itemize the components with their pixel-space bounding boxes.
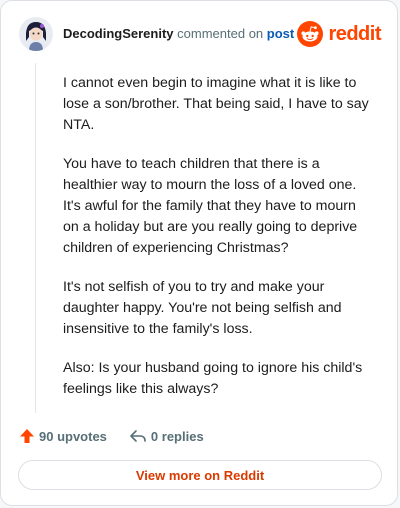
action-text: commented on [177, 26, 264, 41]
comment-header: DecodingSerenity commented on post reddi… [19, 17, 381, 53]
reply-icon [130, 430, 146, 442]
reddit-logo-icon [297, 21, 324, 47]
comment-paragraph: You have to teach children that there is… [63, 156, 358, 256]
comment-body: I cannot even begin to imagine what it i… [63, 73, 373, 418]
avatar[interactable] [19, 17, 53, 51]
post-link[interactable]: post [267, 26, 294, 41]
upvote-button[interactable]: 90 upvotes [19, 428, 107, 444]
reply-count: 0 replies [150, 428, 204, 444]
comment-paragraph: Also: Is your husband going to ignore hi… [63, 360, 363, 397]
upvote-count: 90 upvotes [39, 428, 107, 444]
comment-paragraph: I cannot even begin to imagine what it i… [63, 75, 369, 133]
comment-paragraph: It's not selfish of you to try and make … [63, 279, 342, 337]
replies-button[interactable]: 0 replies [129, 428, 204, 444]
embedded-comment-card: DecodingSerenity commented on post reddi… [0, 0, 398, 506]
thread-line [35, 63, 36, 413]
upvote-arrow-icon [20, 429, 34, 443]
comment-actions: 90 upvotes 0 replies [19, 425, 226, 447]
username-link[interactable]: DecodingSerenity [63, 26, 174, 41]
comment-meta: DecodingSerenity commented on post [63, 26, 294, 41]
reddit-wordmark: reddit [328, 22, 381, 45]
reddit-logo[interactable]: reddit [297, 19, 381, 49]
view-more-button[interactable]: View more on Reddit [18, 460, 382, 490]
